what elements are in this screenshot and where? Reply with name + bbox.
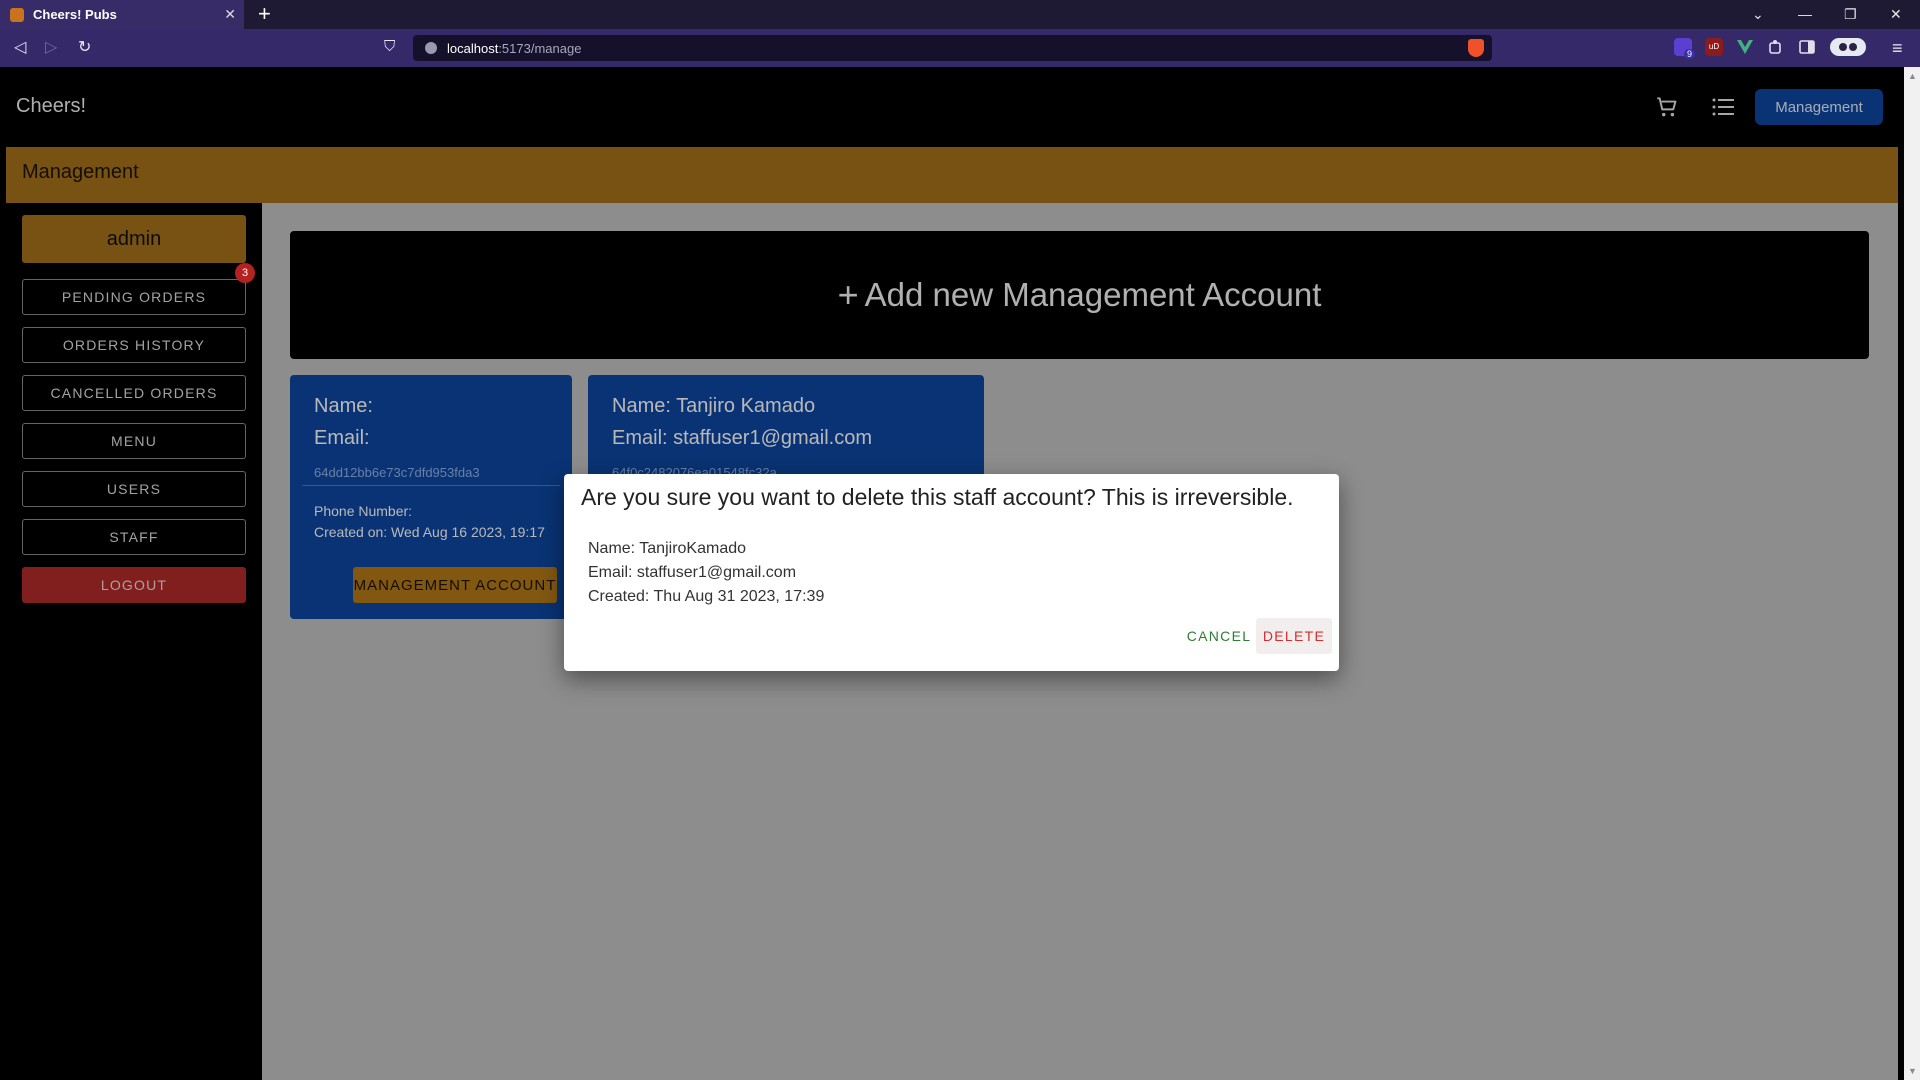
dialog-name: Name: TanjiroKamado (588, 540, 747, 557)
wallet-icon[interactable] (1830, 38, 1866, 56)
browser-tab-title: Cheers! Pubs (33, 7, 117, 22)
dialog-created: Created: Thu Aug 31 2023, 17:39 (588, 588, 825, 605)
brave-lion-icon[interactable] (1468, 39, 1484, 57)
window-minimize-button[interactable]: — (1798, 4, 1812, 24)
new-tab-button[interactable]: + (258, 2, 271, 26)
pending-orders-badge: 3 (235, 263, 255, 283)
ublock-icon[interactable]: uD (1705, 38, 1723, 56)
vue-devtools-icon[interactable] (1736, 38, 1754, 56)
reload-icon[interactable]: ↻ (78, 38, 91, 58)
page-scrollbar[interactable]: ▲ ▼ (1904, 67, 1920, 1080)
extension-icon[interactable]: 9 (1674, 38, 1695, 59)
delete-confirm-dialog: Are you sure you want to delete this sta… (564, 474, 1339, 671)
bookmark-icon[interactable]: ⛉ (384, 38, 395, 55)
url-path: :5173/manage (498, 40, 582, 56)
info-icon[interactable] (425, 42, 437, 54)
tab-list-icon[interactable]: ⌄ (1752, 4, 1764, 24)
delete-button[interactable]: DELETE (1256, 618, 1332, 654)
extension-badge: 9 (1683, 49, 1695, 59)
forward-icon[interactable]: ▷ (45, 38, 57, 58)
browser-menu-icon[interactable]: ≡ (1892, 38, 1903, 58)
window-restore-button[interactable]: ❐ (1844, 4, 1857, 24)
dialog-email: Email: staffuser1@gmail.com (588, 564, 797, 581)
browser-tab-strip: Cheers! Pubs ✕ + ⌄ — ❐ ✕ (0, 0, 1920, 29)
browser-tab-active[interactable]: Cheers! Pubs ✕ (0, 0, 244, 29)
window-close-button[interactable]: ✕ (1890, 4, 1902, 24)
address-bar[interactable]: localhost :5173/manage (413, 35, 1492, 61)
tab-close-icon[interactable]: ✕ (224, 6, 236, 23)
back-icon[interactable]: ◁ (14, 38, 26, 58)
cancel-button[interactable]: CANCEL (1180, 621, 1258, 651)
url-host: localhost (447, 40, 499, 56)
browser-toolbar: ◁ ▷ ↻ ⛉ localhost :5173/manage 9 uD ≡ (0, 29, 1920, 67)
sidebar-toggle-icon[interactable] (1798, 38, 1816, 56)
scroll-up-icon[interactable]: ▲ (1908, 71, 1917, 81)
scroll-down-icon[interactable]: ▼ (1908, 1066, 1917, 1076)
extensions-puzzle-icon[interactable] (1767, 38, 1785, 56)
dialog-title: Are you sure you want to delete this sta… (581, 484, 1294, 510)
site-favicon-icon (10, 7, 24, 22)
